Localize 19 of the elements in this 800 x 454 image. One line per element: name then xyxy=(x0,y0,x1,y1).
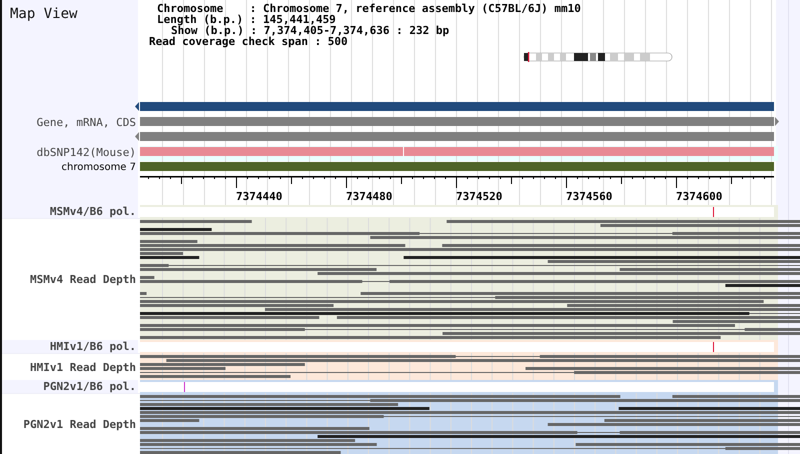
track-label: dbSNP142(Mouse) xyxy=(36,146,136,159)
info-line: Show (b.p.) : 7,374,405-7,374,636 : 232 bp xyxy=(171,25,450,36)
ruler-label: 7374440 xyxy=(236,190,282,203)
view-title: Map View xyxy=(10,6,78,22)
ruler-label: 7374480 xyxy=(346,190,392,203)
track-label: HMIv1 Read Depth xyxy=(2,353,140,380)
info-line: Chromosome : Chromosome 7, reference assembly (C57BL/6J) mm10 xyxy=(157,3,581,14)
track-label: PGN2v1 Read Depth xyxy=(2,393,140,454)
ruler-label: 7374520 xyxy=(456,190,502,203)
track-label: chromosome 7 xyxy=(62,162,136,173)
track-label: MSMv4 Read Depth xyxy=(2,218,140,340)
track-label: Gene, mRNA, CDS xyxy=(36,116,136,129)
ruler-label: 7374560 xyxy=(566,190,612,203)
track-label: MSMv4/B6 pol. xyxy=(50,205,136,218)
ruler-label: 7374600 xyxy=(676,190,722,203)
info-line: Read coverage check span : 500 xyxy=(149,36,348,47)
track-label: HMIv1/B6 pol. xyxy=(50,340,136,353)
track-label: PGN2v1/B6 pol. xyxy=(43,380,136,393)
info-line: Length (b.p.) : 145,441,459 xyxy=(157,14,336,25)
